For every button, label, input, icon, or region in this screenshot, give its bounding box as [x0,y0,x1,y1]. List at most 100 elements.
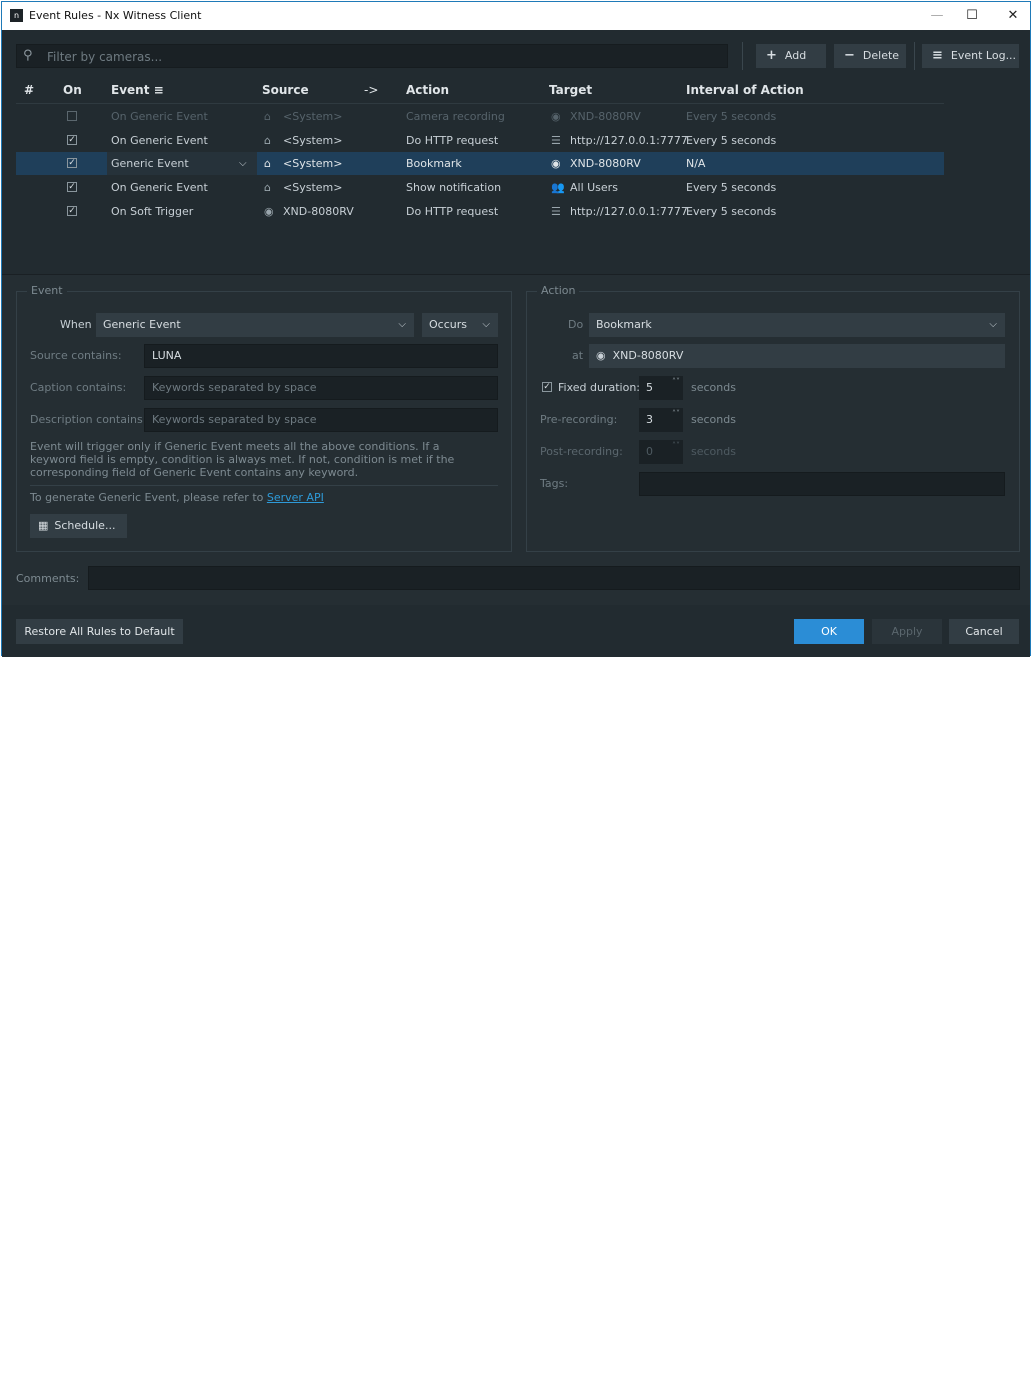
row-event: On Generic Event [111,181,208,194]
rule-enabled-checkbox[interactable]: ✓ [67,182,77,192]
event-type-combo[interactable]: Generic Event ⌵ [96,313,414,337]
maximize-button[interactable]: ☐ [957,6,987,26]
home-icon: ⌂ [264,157,271,170]
server-api-hint: To generate Generic Event, please refer … [30,491,324,504]
comments-input[interactable] [88,566,1020,590]
event-divider [30,485,498,486]
fixed-duration-spinbox[interactable]: 5 ˄˅ [639,376,683,400]
source-contains-label: Source contains: [30,349,122,362]
row-target: ◉ XND-8080RV [551,152,641,175]
header-on[interactable]: On [63,76,82,104]
home-icon: ⌂ [264,181,271,194]
when-label: When [60,318,92,331]
window-title: Event Rules - Nx Witness Client [29,9,202,22]
at-label: at [572,349,584,362]
cancel-button[interactable]: Cancel [949,619,1019,644]
fixed-duration-checkbox[interactable]: ✓ [542,382,552,392]
camera-icon: ◉ [551,110,561,123]
camera-filter: ⚲ [16,44,728,68]
row-target: ☰ http://127.0.0.1:7777 [551,200,688,223]
search-icon: ⚲ [23,48,33,63]
rule-enabled-checkbox[interactable]: ✓ [67,158,77,168]
row-event: On Soft Trigger [111,205,194,218]
pre-recording-unit: seconds [691,413,736,426]
rule-enabled-checkbox[interactable]: ✓ [67,135,77,145]
row-target: 👥 All Users [551,176,618,199]
source-contains-input[interactable]: LUNA [144,344,498,368]
row-event: On Generic Event [111,110,208,123]
rules-table: # On Event ≡ Source -> Action Target Int… [2,76,1030,274]
post-recording-spinbox[interactable]: 0 ˄˅ [639,440,683,464]
row-source: ⌂ <System> [264,176,342,199]
event-state-combo[interactable]: Occurs ⌵ [422,313,498,337]
rule-editor: Event When Generic Event ⌵ Occurs ⌵ Source… [2,275,1030,605]
row-interval: Every 5 seconds [686,134,777,147]
row-interval: Every 5 seconds [686,110,777,123]
pre-recording-label: Pre-recording: [540,413,618,426]
home-icon: ⌂ [264,134,271,147]
row-source: ◉ XND-8080RV [264,200,354,223]
rule-enabled-checkbox[interactable]: ✓ [67,206,77,216]
add-button[interactable]: + Add [756,44,826,68]
row-action: Bookmark [406,157,462,170]
caption-contains-input[interactable]: Keywords separated by space [144,376,498,400]
header-interval[interactable]: Interval of Action [686,76,804,104]
caption-contains-label: Caption contains: [30,381,127,394]
row-action: Show notification [406,181,502,194]
spin-arrows-icon[interactable]: ˄˅ [672,441,680,451]
row-source: ⌂ <System> [264,129,342,152]
fixed-duration-label: Fixed duration: [558,381,640,394]
event-log-button[interactable]: ≡ Event Log... [922,44,1019,68]
event-type-dropdown[interactable]: Generic Event ⌵ [107,152,257,175]
row-interval: N/A [686,157,706,170]
search-input[interactable] [45,47,719,67]
chevron-down-icon: ⌵ [482,319,490,330]
table-row[interactable]: On Generic Event ⌂ <System> Camera record… [16,105,944,128]
table-row[interactable]: ✓ On Soft Trigger ◉ XND-8080RV Do HTTP re… [16,200,944,223]
description-contains-input[interactable]: Keywords separated by space [144,408,498,432]
calendar-icon: ▦ [38,519,49,532]
minimize-button[interactable]: — [922,6,952,26]
schedule-button[interactable]: ▦ Schedule... [30,514,127,538]
table-row[interactable]: ✓ On Generic Event ⌂ <System> Do HTTP req… [16,129,944,152]
header-num[interactable]: # [24,76,34,104]
server-api-link[interactable]: Server API [267,491,324,504]
tags-input[interactable] [639,472,1005,496]
row-action: Camera recording [406,110,505,123]
sort-icon: ≡ [153,83,164,97]
camera-icon: ◉ [596,349,606,362]
spin-arrows-icon[interactable]: ˄˅ [672,409,680,419]
camera-icon: ◉ [264,205,274,218]
row-action: Do HTTP request [406,205,499,218]
pre-recording-spinbox[interactable]: 3 ˄˅ [639,408,683,432]
header-action[interactable]: Action [406,76,449,104]
row-target: ◉ XND-8080RV [551,105,641,128]
apply-button[interactable]: Apply [872,619,942,644]
table-row-selected[interactable]: ✓ Generic Event ⌵ ⌂ <System> Bookmark ◉ XN… [16,152,944,175]
description-contains-label: Description contains: [30,413,147,426]
app-logo-icon: n [10,9,23,22]
ok-button[interactable]: OK [794,619,864,644]
header-event[interactable]: Event ≡ [111,76,164,104]
restore-defaults-button[interactable]: Restore All Rules to Default [16,619,183,644]
delete-button[interactable]: − Delete [834,44,906,68]
action-type-combo[interactable]: Bookmark ⌵ [589,313,1005,337]
header-divider [16,103,944,104]
row-event: On Generic Event [111,134,208,147]
http-icon: ☰ [551,205,561,218]
close-button[interactable]: ✕ [998,6,1028,26]
row-interval: Every 5 seconds [686,181,777,194]
camera-icon: ◉ [551,157,561,170]
post-recording-label: Post-recording: [540,445,623,458]
table-row[interactable]: ✓ On Generic Event ⌂ <System> Show notifi… [16,176,944,199]
spin-arrows-icon[interactable]: ˄˅ [672,377,680,387]
header-source[interactable]: Source [262,76,309,104]
chevron-down-icon: ⌵ [239,158,247,169]
header-target[interactable]: Target [549,76,592,104]
target-camera-selector[interactable]: ◉ XND-8080RV [589,344,1005,368]
tags-label: Tags: [540,477,569,490]
chevron-down-icon: ⌵ [398,319,406,330]
rule-enabled-checkbox[interactable] [67,111,77,121]
do-label: Do [568,318,584,331]
row-interval: Every 5 seconds [686,205,777,218]
